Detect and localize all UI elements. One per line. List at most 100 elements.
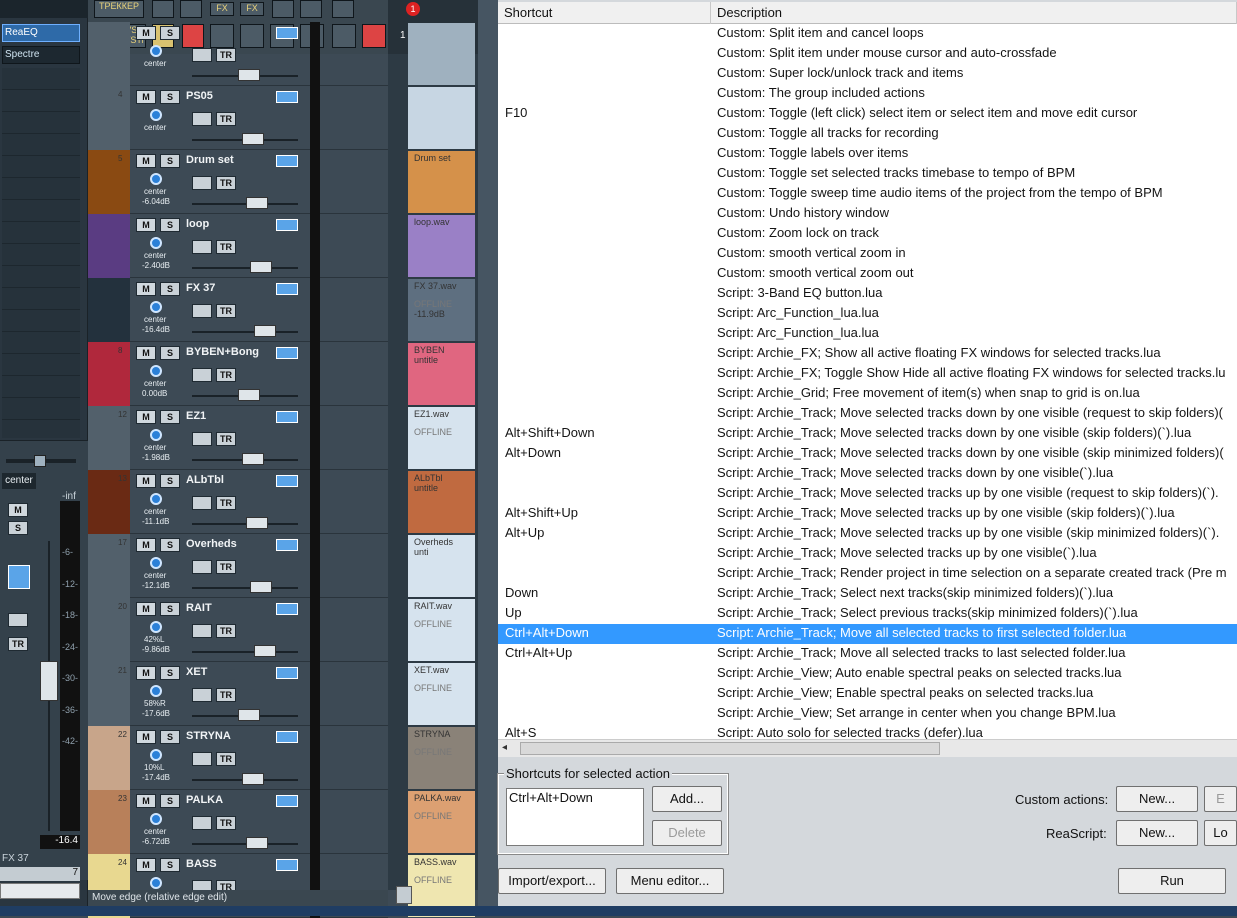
tr-button[interactable]: TR [216, 560, 236, 574]
delete-shortcut-button[interactable]: Delete [652, 820, 722, 846]
volume-fader-thumb[interactable] [238, 709, 260, 721]
action-row[interactable]: Alt+S Script: Auto solo for selected tra… [498, 724, 1237, 739]
track-row[interactable]: 17 M S Overheds center -12.1dB TR [88, 534, 388, 598]
action-row[interactable]: Custom: Toggle set selected tracks timeb… [498, 164, 1237, 184]
cut-icon[interactable] [300, 0, 322, 18]
track-name[interactable]: EZ1 [186, 410, 206, 422]
volume-fader[interactable] [192, 203, 298, 205]
solo-button[interactable]: S [160, 666, 180, 680]
pan-knob[interactable] [150, 557, 162, 569]
mute-button[interactable]: M [136, 794, 156, 808]
route-icon[interactable] [276, 347, 298, 359]
track-name[interactable]: Overheds [186, 538, 237, 550]
tr-button[interactable]: TR [216, 816, 236, 830]
phase-button[interactable] [192, 816, 212, 830]
track-row[interactable]: M S loop center -2.40dB TR [88, 214, 388, 278]
route-icon[interactable] [276, 475, 298, 487]
action-row[interactable]: Ctrl+Alt+Down Script: Archie_Track; Move… [498, 624, 1237, 644]
media-item[interactable]: Drum set [408, 151, 475, 213]
action-row[interactable]: Alt+Shift+Up Script: Archie_Track; Move … [498, 504, 1237, 524]
phase-button[interactable] [192, 112, 212, 126]
scroll-thumb[interactable] [520, 742, 940, 755]
column-description-header[interactable]: Description [711, 2, 1237, 24]
tr-button[interactable]: TR [216, 240, 236, 254]
track-name[interactable]: FX 37 [186, 282, 215, 294]
track-name[interactable]: STRYNA [186, 730, 231, 742]
action-row[interactable]: Script: Archie_FX; Show all active float… [498, 344, 1237, 364]
track-name[interactable]: RAIT [186, 602, 212, 614]
action-row[interactable]: Custom: The group included actions [498, 84, 1237, 104]
action-row[interactable]: Script: Archie_Track; Move selected trac… [498, 544, 1237, 564]
action-row[interactable]: Script: Archie_FX; Toggle Show Hide all … [498, 364, 1237, 384]
volume-fader-thumb[interactable] [242, 773, 264, 785]
action-row[interactable]: Custom: Toggle all tracks for recording [498, 124, 1237, 144]
action-row[interactable]: Custom: smooth vertical zoom out [498, 264, 1237, 284]
tracker-button[interactable]: ТРЕККЕР [94, 0, 144, 18]
action-row[interactable]: Custom: Super lock/unlock track and item… [498, 64, 1237, 84]
phase-button[interactable] [192, 624, 212, 638]
mute-button[interactable]: M [136, 666, 156, 680]
master-fader-thumb[interactable] [40, 661, 58, 701]
volume-fader-thumb[interactable] [250, 261, 272, 273]
pan-knob[interactable] [150, 877, 162, 889]
action-row[interactable]: Custom: Undo history window [498, 204, 1237, 224]
volume-fader-thumb[interactable] [242, 133, 264, 145]
tr-button[interactable]: TR [216, 752, 236, 766]
route-icon[interactable] [276, 859, 298, 871]
tr-button[interactable]: TR [216, 688, 236, 702]
pan-knob[interactable] [150, 621, 162, 633]
solo-button[interactable]: S [160, 410, 180, 424]
actions-horizontal-scrollbar[interactable]: ◂ [498, 739, 1237, 757]
media-item[interactable] [408, 23, 475, 85]
action-row[interactable]: Script: Archie_Track; Render project in … [498, 564, 1237, 584]
track-name[interactable]: Drum set [186, 154, 234, 166]
pan-knob[interactable] [150, 237, 162, 249]
route-icon[interactable] [276, 155, 298, 167]
mute-button[interactable]: M [136, 346, 156, 360]
solo-button[interactable]: S [160, 154, 180, 168]
mute-button[interactable]: M [136, 154, 156, 168]
pan-knob[interactable] [150, 749, 162, 761]
action-row[interactable]: Script: Archie_Track; Move selected trac… [498, 464, 1237, 484]
tr-button[interactable]: TR [216, 496, 236, 510]
action-row[interactable]: Script: Archie_View; Auto enable spectra… [498, 664, 1237, 684]
volume-fader-thumb[interactable] [246, 517, 268, 529]
tb-button-1[interactable] [152, 0, 174, 18]
action-row[interactable]: Script: Archie_Track; Move selected trac… [498, 404, 1237, 424]
track-name[interactable]: BYBEN+Bong [186, 346, 259, 358]
action-row[interactable]: Custom: Split item under mouse cursor an… [498, 44, 1237, 64]
mute-button[interactable]: M [136, 474, 156, 488]
media-item[interactable]: EZ1.wav OFFLINE [408, 407, 475, 469]
action-row[interactable]: Custom: smooth vertical zoom in [498, 244, 1237, 264]
solo-button[interactable]: S [160, 538, 180, 552]
tr-button[interactable]: TR [216, 432, 236, 446]
pan-knob[interactable] [150, 685, 162, 697]
route-icon[interactable] [276, 27, 298, 39]
solo-button[interactable]: S [160, 858, 180, 872]
mute-button[interactable]: M [136, 602, 156, 616]
track-name[interactable]: XET [186, 666, 207, 678]
action-row[interactable]: Script: Archie_View; Enable spectral pea… [498, 684, 1237, 704]
action-row[interactable]: Script: 3-Band EQ button.lua [498, 284, 1237, 304]
fx-slot-spectre[interactable]: Spectre [2, 46, 80, 64]
volume-fader-thumb[interactable] [242, 453, 264, 465]
media-item[interactable]: FX 37.wav OFFLINE -11.9dB [408, 279, 475, 341]
tr-button[interactable]: TR [216, 624, 236, 638]
phase-button[interactable] [192, 496, 212, 510]
phase-button[interactable] [192, 240, 212, 254]
action-row[interactable]: Alt+Shift+Down Script: Archie_Track; Mov… [498, 424, 1237, 444]
shortcut-list[interactable]: Ctrl+Alt+Down [506, 788, 644, 846]
track-row[interactable]: 23 M S PALKA center -6.72dB TR [88, 790, 388, 854]
solo-button[interactable]: S [160, 346, 180, 360]
pan-knob[interactable] [150, 45, 162, 57]
solo-button[interactable]: S [160, 26, 180, 40]
master-fx-button[interactable] [8, 613, 28, 627]
track-row[interactable]: 12 M S EZ1 center -1.98dB TR [88, 406, 388, 470]
phase-button[interactable] [192, 560, 212, 574]
fx-slot-reaeq[interactable]: ReaEQ [2, 24, 80, 42]
track-row[interactable]: 8 M S BYBEN+Bong center 0.00dB TR [88, 342, 388, 406]
track-color[interactable] [88, 342, 130, 406]
phase-button[interactable] [192, 304, 212, 318]
volume-fader[interactable] [192, 523, 298, 525]
solo-button[interactable]: S [160, 474, 180, 488]
